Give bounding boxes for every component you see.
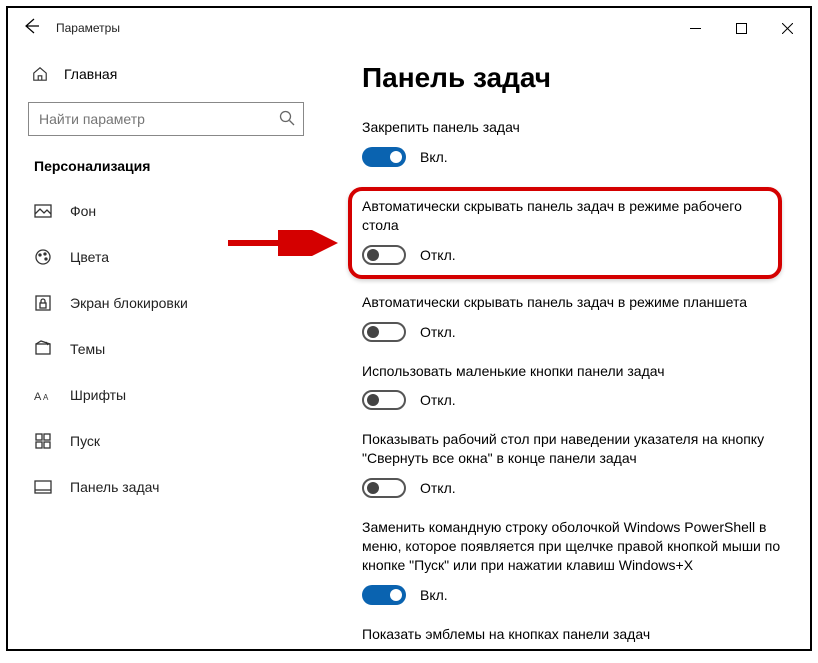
toggle-row: Откл. xyxy=(362,322,782,342)
window-title: Параметры xyxy=(56,21,120,35)
setting-item: Заменить командную строку оболочкой Wind… xyxy=(362,518,782,605)
lockscreen-icon xyxy=(34,294,52,312)
back-arrow-icon xyxy=(24,18,40,34)
sidebar-item-label: Экран блокировки xyxy=(70,295,188,311)
window-controls xyxy=(672,8,810,48)
setting-label: Автоматически скрывать панель задач в ре… xyxy=(362,197,768,235)
toggle-state-label: Откл. xyxy=(420,247,456,263)
sidebar: Главная Персонализация Фон Цвета Экран б… xyxy=(8,48,328,649)
setting-item: Автоматически скрывать панель задач в ре… xyxy=(362,197,768,265)
svg-text:A: A xyxy=(43,393,49,402)
search-wrap xyxy=(28,102,304,136)
sidebar-item-colors[interactable]: Цвета xyxy=(20,234,308,280)
sidebar-item-background[interactable]: Фон xyxy=(20,188,308,234)
sidebar-item-label: Фон xyxy=(70,203,96,219)
titlebar: Параметры xyxy=(8,8,810,48)
themes-icon xyxy=(34,340,52,358)
sidebar-item-label: Темы xyxy=(70,341,105,357)
toggle-switch[interactable] xyxy=(362,478,406,498)
content-area: Панель задач Закрепить панель задач Вкл. А… xyxy=(328,48,810,649)
svg-text:A: A xyxy=(34,391,42,403)
sidebar-item-lockscreen[interactable]: Экран блокировки xyxy=(20,280,308,326)
sidebar-item-start[interactable]: Пуск xyxy=(20,418,308,464)
sidebar-home-label: Главная xyxy=(64,66,117,82)
search-icon xyxy=(278,109,296,132)
setting-label: Показывать рабочий стол при наведении ук… xyxy=(362,430,782,468)
toggle-switch[interactable] xyxy=(362,245,406,265)
search-input[interactable] xyxy=(28,102,304,136)
minimize-button[interactable] xyxy=(672,8,718,48)
sidebar-item-label: Панель задач xyxy=(70,479,159,495)
section-header: Персонализация xyxy=(20,136,308,188)
toggle-switch[interactable] xyxy=(362,585,406,605)
toggle-state-label: Вкл. xyxy=(420,149,448,165)
toggle-row: Откл. xyxy=(362,478,782,498)
setting-item: Показать эмблемы на кнопках панели задач… xyxy=(362,625,782,649)
setting-item: Автоматически скрывать панель задач в ре… xyxy=(362,293,782,342)
setting-item: Закрепить панель задач Вкл. xyxy=(362,118,782,167)
settings-window: Параметры Главная Персонализация xyxy=(6,6,812,651)
sidebar-item-taskbar[interactable]: Панель задач xyxy=(20,464,308,510)
setting-item: Использовать маленькие кнопки панели зад… xyxy=(362,362,782,411)
picture-icon xyxy=(34,202,52,220)
start-icon xyxy=(34,432,52,450)
toggle-state-label: Откл. xyxy=(420,392,456,408)
sidebar-item-label: Пуск xyxy=(70,433,100,449)
toggle-row: Откл. xyxy=(362,245,768,265)
highlight-box: Автоматически скрывать панель задач в ре… xyxy=(348,187,782,279)
maximize-button[interactable] xyxy=(718,8,764,48)
sidebar-item-label: Цвета xyxy=(70,249,109,265)
back-button[interactable] xyxy=(8,18,56,39)
setting-label: Автоматически скрывать панель задач в ре… xyxy=(362,293,782,312)
toggle-row: Вкл. xyxy=(362,585,782,605)
toggle-row: Откл. xyxy=(362,390,782,410)
setting-label: Использовать маленькие кнопки панели зад… xyxy=(362,362,782,381)
setting-label: Закрепить панель задач xyxy=(362,118,782,137)
sidebar-item-label: Шрифты xyxy=(70,387,126,403)
setting-label: Заменить командную строку оболочкой Wind… xyxy=(362,518,782,575)
toggle-state-label: Откл. xyxy=(420,324,456,340)
sidebar-item-themes[interactable]: Темы xyxy=(20,326,308,372)
sidebar-item-fonts[interactable]: AA Шрифты xyxy=(20,372,308,418)
setting-label: Показать эмблемы на кнопках панели задач xyxy=(362,625,782,644)
home-icon xyxy=(32,65,48,83)
toggle-switch[interactable] xyxy=(362,390,406,410)
toggle-switch[interactable] xyxy=(362,322,406,342)
fonts-icon: AA xyxy=(34,386,52,404)
toggle-row: Вкл. xyxy=(362,147,782,167)
palette-icon xyxy=(34,248,52,266)
page-title: Панель задач xyxy=(362,62,782,94)
close-button[interactable] xyxy=(764,8,810,48)
taskbar-icon xyxy=(34,478,52,496)
setting-item: Показывать рабочий стол при наведении ук… xyxy=(362,430,782,498)
sidebar-home[interactable]: Главная xyxy=(20,54,308,94)
toggle-state-label: Откл. xyxy=(420,480,456,496)
toggle-switch[interactable] xyxy=(362,147,406,167)
toggle-state-label: Вкл. xyxy=(420,587,448,603)
